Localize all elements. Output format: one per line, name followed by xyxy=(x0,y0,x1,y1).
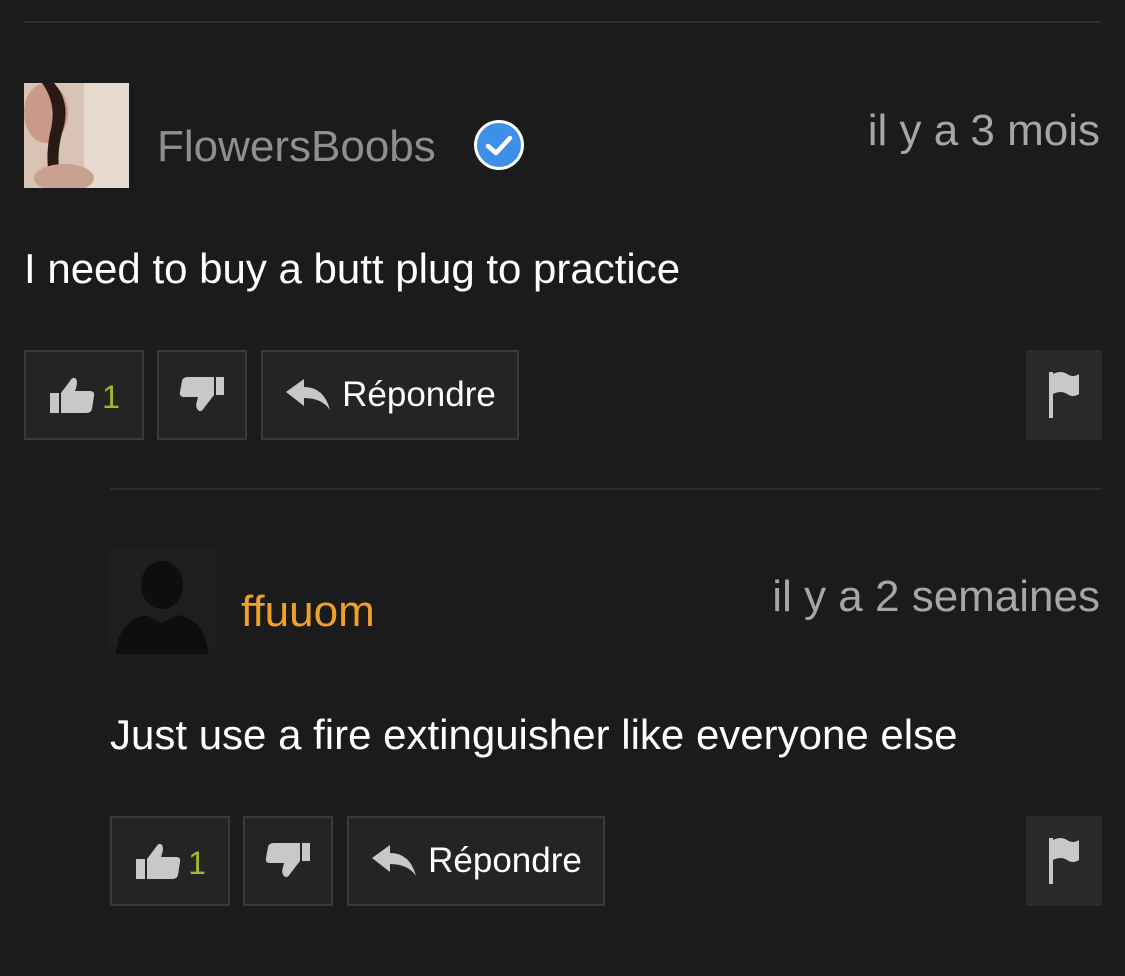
username[interactable]: ffuuom xyxy=(241,590,375,634)
flag-icon xyxy=(1047,370,1081,420)
report-flag-button[interactable] xyxy=(1026,816,1102,906)
reply-button[interactable]: Répondre xyxy=(261,350,519,440)
thumbs-down-icon xyxy=(178,375,226,415)
username[interactable]: FlowersBoobs xyxy=(157,125,436,169)
timestamp: il y a 3 mois xyxy=(867,106,1100,155)
thumbs-up-icon xyxy=(134,841,182,881)
reply-arrow-icon xyxy=(284,378,332,412)
report-flag-button[interactable] xyxy=(1026,350,1102,440)
top-divider xyxy=(24,21,1101,23)
reply-arrow-icon xyxy=(370,844,418,878)
reply-divider xyxy=(110,488,1101,490)
reply-label: Répondre xyxy=(428,841,582,880)
thumbs-up-icon xyxy=(48,375,96,415)
like-button[interactable]: 1 xyxy=(110,816,230,906)
like-button[interactable]: 1 xyxy=(24,350,144,440)
avatar[interactable] xyxy=(24,83,129,188)
dislike-button[interactable] xyxy=(243,816,333,906)
avatar-photo xyxy=(24,83,129,188)
like-count: 1 xyxy=(188,844,206,881)
default-avatar-silhouette-icon xyxy=(110,549,215,654)
dislike-button[interactable] xyxy=(157,350,247,440)
reply-label: Répondre xyxy=(342,375,496,414)
avatar[interactable] xyxy=(110,549,215,654)
comment-text: Just use a fire extinguisher like everyo… xyxy=(110,711,958,758)
thumbs-down-icon xyxy=(264,841,312,881)
like-count: 1 xyxy=(102,378,120,415)
flag-icon xyxy=(1047,836,1081,886)
timestamp: il y a 2 semaines xyxy=(772,572,1100,621)
verified-check-icon xyxy=(474,120,524,170)
reply-button[interactable]: Répondre xyxy=(347,816,605,906)
comment-text: I need to buy a butt plug to practice xyxy=(24,245,681,292)
